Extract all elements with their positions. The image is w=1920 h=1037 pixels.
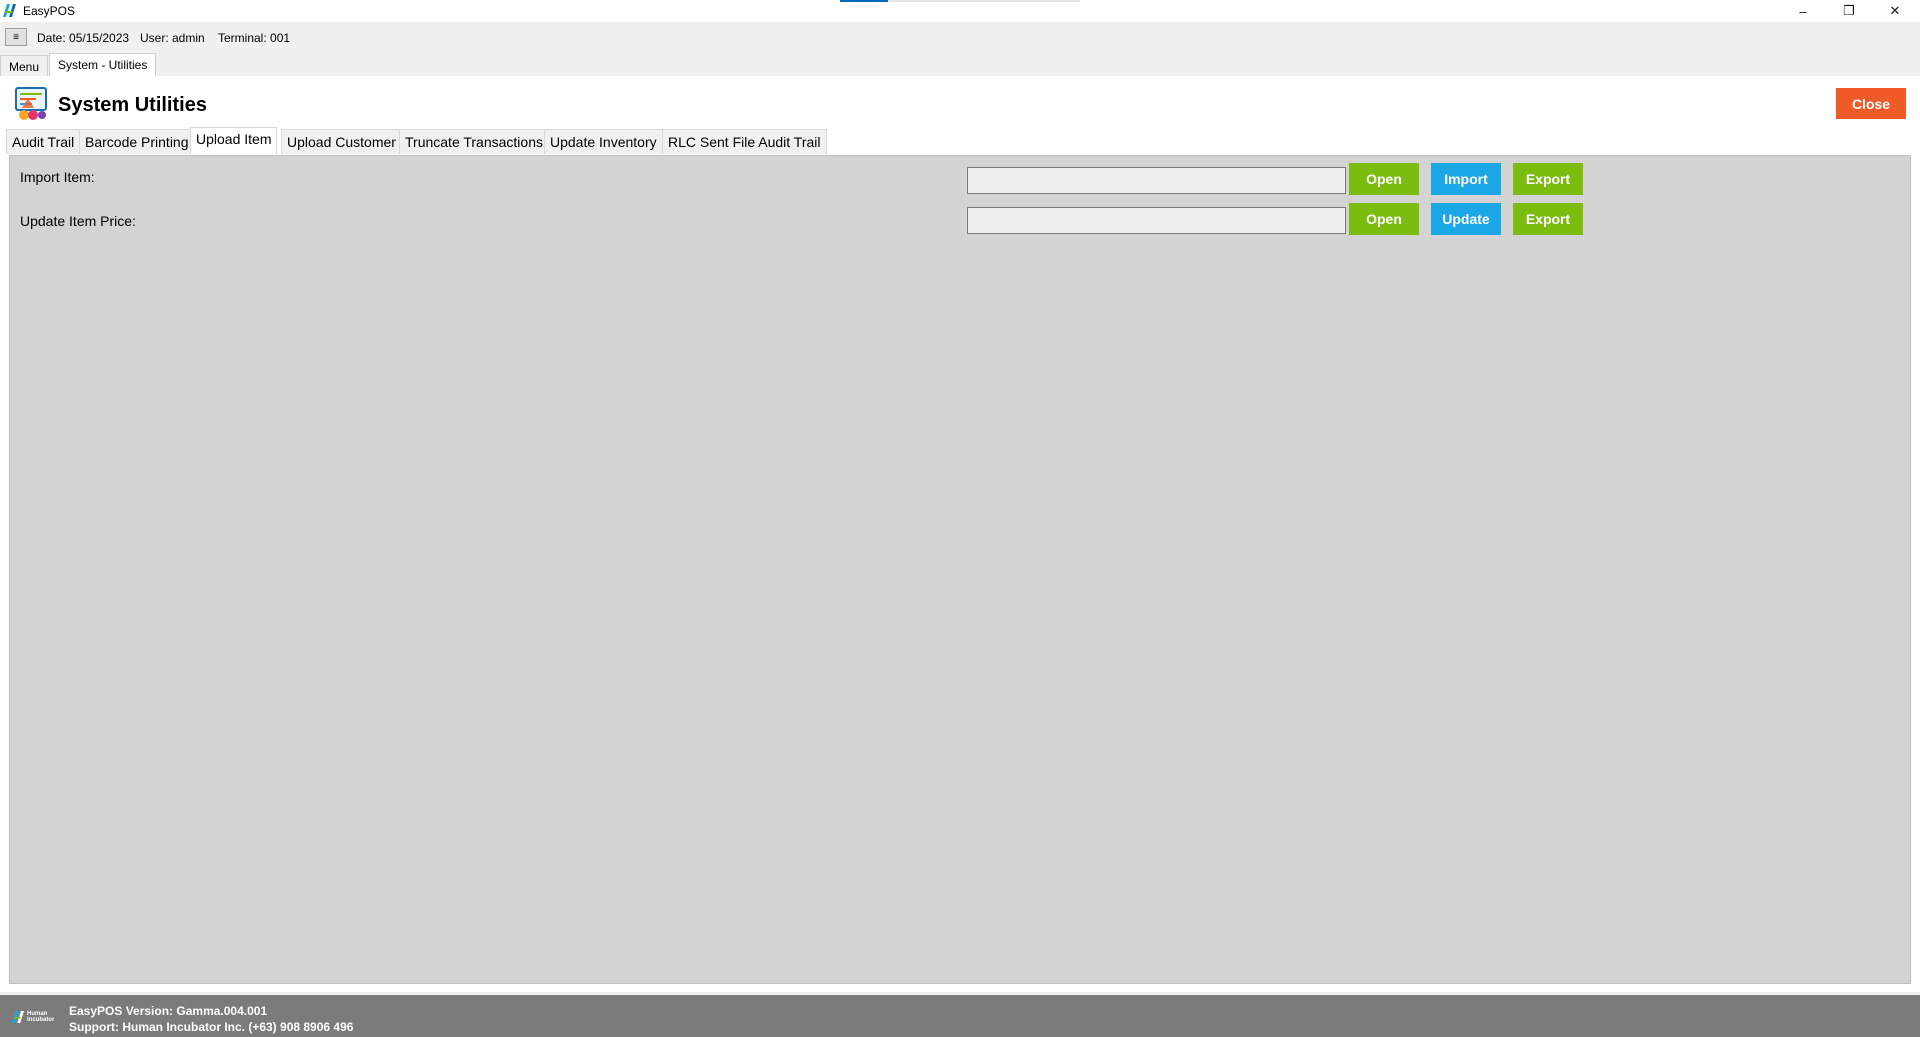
import-button[interactable]: Import: [1431, 163, 1501, 195]
user-label: User: admin: [140, 31, 205, 45]
import-item-label: Import Item:: [20, 169, 95, 185]
menu-toggle-button[interactable]: ≡: [5, 28, 27, 46]
easypos-logo-icon: [3, 4, 16, 17]
tab-audit-trail[interactable]: Audit Trail: [6, 129, 81, 154]
import-open-button[interactable]: Open: [1349, 163, 1419, 195]
price-export-button[interactable]: Export: [1513, 203, 1583, 235]
minimize-button[interactable]: –: [1780, 0, 1826, 22]
window-close-button[interactable]: ✕: [1872, 0, 1918, 22]
tab-barcode-printing[interactable]: Barcode Printing: [79, 129, 195, 154]
title-progress-bar: [840, 0, 1080, 2]
tab-upload-item[interactable]: Upload Item: [190, 127, 278, 154]
tab-upload-customer[interactable]: Upload Customer: [281, 129, 402, 154]
info-bar: ≡ Date: 05/15/2023 User: admin Terminal:…: [0, 22, 1920, 54]
tab-truncate-transactions[interactable]: Truncate Transactions: [399, 129, 549, 154]
terminal-label: Terminal: 001: [218, 31, 291, 45]
system-utilities-icon: [15, 87, 47, 120]
human-incubator-logo: Human Incubator: [12, 1009, 64, 1025]
document-tabs: Menu System - Utilities: [0, 53, 1920, 76]
close-button[interactable]: Close: [1836, 88, 1906, 119]
import-item-file-input[interactable]: [967, 167, 1346, 194]
window-title: EasyPOS: [23, 4, 76, 18]
update-price-file-input[interactable]: [967, 207, 1346, 234]
maximize-button[interactable]: ❐: [1826, 0, 1872, 22]
doc-tab-menu[interactable]: Menu: [0, 55, 49, 76]
human-incubator-logo-icon: [12, 1011, 24, 1023]
title-progress-fill: [840, 0, 888, 2]
doc-tab-system-utilities[interactable]: System - Utilities: [49, 53, 157, 76]
tab-rlc-sent-file-audit-trail[interactable]: RLC Sent File Audit Trail: [662, 129, 827, 154]
update-price-button[interactable]: Update: [1431, 203, 1501, 235]
title-bar: EasyPOS – ❐ ✕: [0, 0, 1920, 22]
price-open-button[interactable]: Open: [1349, 203, 1419, 235]
footer-logo-text: Human Incubator: [27, 1011, 55, 1023]
date-label: Date: 05/15/2023: [37, 31, 130, 45]
page-title: System Utilities: [58, 94, 207, 116]
update-item-price-label: Update Item Price:: [20, 213, 136, 229]
import-export-button[interactable]: Export: [1513, 163, 1583, 195]
tab-update-inventory[interactable]: Update Inventory: [544, 129, 663, 154]
version-label: EasyPOS Version: Gamma.004.001: [69, 1004, 268, 1018]
support-label: Support: Human Incubator Inc. (+63) 908 …: [69, 1020, 354, 1034]
upload-item-panel: [9, 155, 1911, 984]
